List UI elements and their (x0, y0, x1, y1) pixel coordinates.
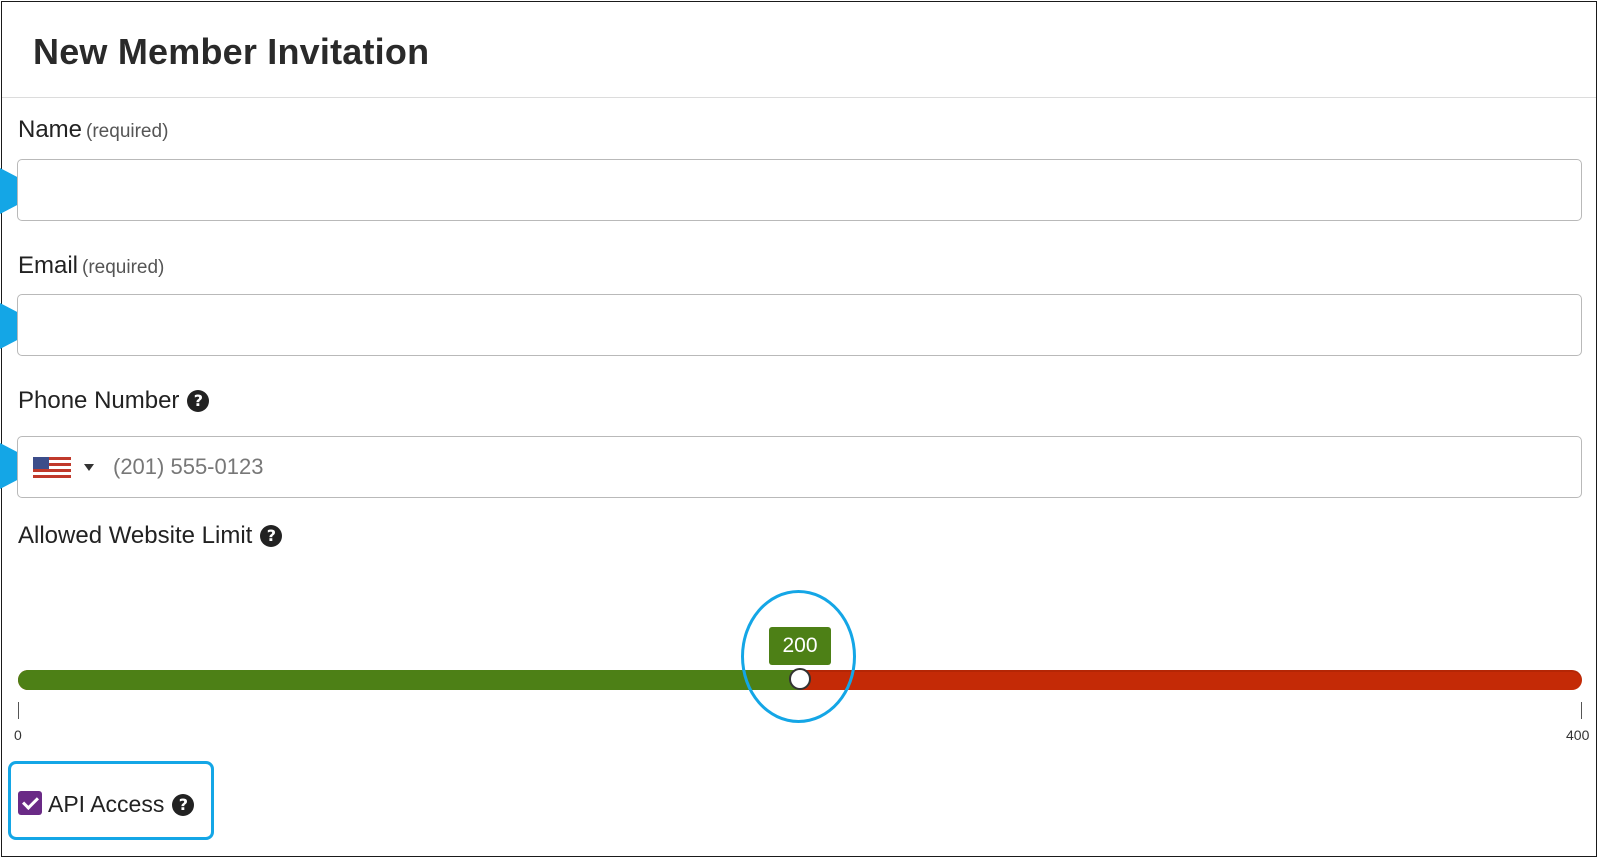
slider-min-tick (18, 702, 19, 719)
website-limit-label: Allowed Website Limit (18, 522, 253, 549)
api-access-label-row: API Access? (48, 791, 195, 818)
dialog-header: New Member Invitation (2, 2, 1596, 98)
name-input[interactable] (18, 160, 1581, 220)
email-label-row: Email (required) (18, 252, 164, 280)
dialog-frame (1, 1, 1597, 857)
website-limit-label-row: Allowed Website Limit? (18, 522, 283, 550)
phone-field[interactable] (17, 436, 1582, 498)
phone-input[interactable] (113, 437, 1513, 497)
slider-max-tick (1581, 702, 1582, 719)
slider-max-label: 400 (1566, 727, 1590, 743)
phone-help-icon[interactable]: ? (187, 390, 210, 412)
us-flag-icon (33, 457, 71, 478)
website-limit-help-icon[interactable]: ? (260, 525, 283, 547)
name-label: Name (18, 116, 83, 143)
phone-label-row: Phone Number? (18, 387, 210, 415)
name-label-row: Name (required) (18, 116, 168, 144)
phone-label: Phone Number (18, 387, 180, 414)
slider-min-label: 0 (14, 727, 22, 743)
name-required-note: (required) (86, 121, 169, 142)
api-access-help-icon[interactable]: ? (172, 794, 195, 816)
page-title: New Member Invitation (33, 31, 430, 72)
email-required-note: (required) (82, 257, 165, 278)
email-label: Email (18, 252, 79, 279)
website-limit-slider-fill (18, 670, 800, 690)
email-field[interactable] (17, 294, 1582, 356)
api-access-label[interactable]: API Access (48, 791, 164, 817)
email-input[interactable] (18, 295, 1581, 355)
slider-handle-highlight (741, 590, 856, 723)
name-field[interactable] (17, 159, 1582, 221)
api-access-checkbox[interactable] (18, 791, 42, 815)
chevron-down-icon (84, 464, 94, 471)
